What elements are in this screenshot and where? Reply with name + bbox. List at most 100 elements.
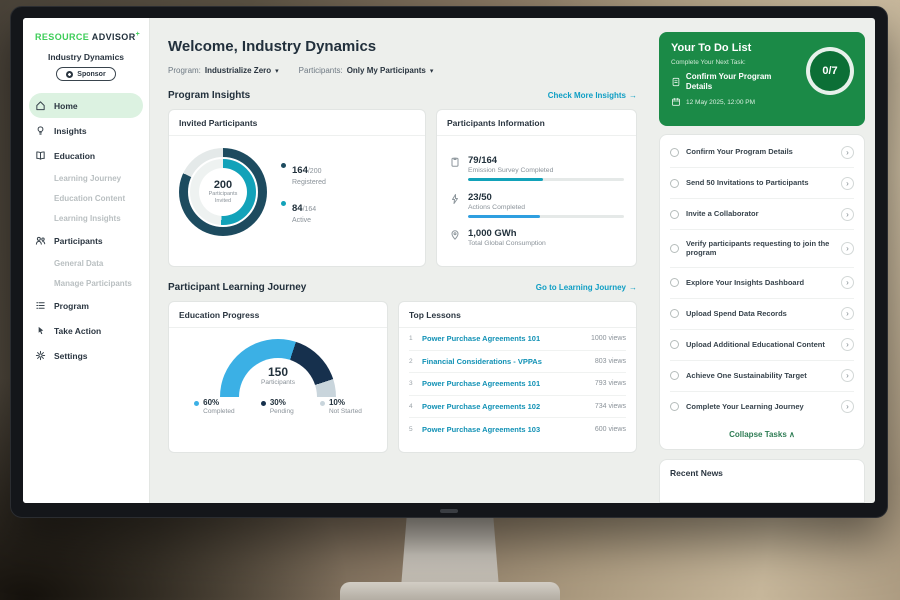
legend-item-pending: 30% Pending xyxy=(261,398,294,415)
task-checkbox[interactable] xyxy=(670,179,679,188)
link-label: Check More Insights xyxy=(548,91,626,100)
lesson-link[interactable]: Power Purchase Agreements 102 xyxy=(422,402,588,411)
task-checkbox[interactable] xyxy=(670,309,679,318)
lesson-link[interactable]: Power Purchase Agreements 103 xyxy=(422,425,588,434)
sidebar-item-home[interactable]: Home xyxy=(29,93,143,118)
task-checkbox[interactable] xyxy=(670,148,679,157)
sidebar-item-settings[interactable]: Settings xyxy=(23,343,149,368)
chevron-right-icon[interactable]: › xyxy=(841,338,854,351)
lesson-views: 600 views xyxy=(595,426,626,433)
sidebar-item-learning-journey[interactable]: Learning Journey xyxy=(23,168,149,188)
lesson-link[interactable]: Power Purchase Agreements 101 xyxy=(422,379,588,388)
invited-legend-dot xyxy=(281,201,286,206)
people-icon xyxy=(35,235,46,246)
program-filter-dropdown[interactable]: Program: Industrialize Zero ▾ xyxy=(168,66,279,75)
chevron-right-icon[interactable]: › xyxy=(841,146,854,159)
legend-item-not-started: 10% Not Started xyxy=(320,398,362,415)
lightning-icon xyxy=(449,193,461,205)
task-checkbox[interactable] xyxy=(670,371,679,380)
arrow-right-icon: → xyxy=(629,91,637,100)
chevron-right-icon[interactable]: › xyxy=(841,307,854,320)
chevron-right-icon[interactable]: › xyxy=(841,369,854,382)
sidebar-item-general-data[interactable]: General Data xyxy=(23,253,149,273)
todo-progress-value: 0/7 xyxy=(822,65,837,77)
task-row-confirm-program[interactable]: Confirm Your Program Details › xyxy=(670,137,854,168)
task-checkbox[interactable] xyxy=(670,244,679,253)
chevron-right-icon[interactable]: › xyxy=(841,177,854,190)
stat-value: 1,000 GWh xyxy=(468,228,546,239)
legend-value: 84 xyxy=(292,203,303,214)
learning-cards-row: Education Progress 150 Participants xyxy=(168,301,637,453)
sidebar: RESOURCE ADVISOR+ Industry Dynamics Spon… xyxy=(23,18,150,503)
participants-filter-value: Only My Participants xyxy=(347,66,426,75)
task-row-send-invitations[interactable]: Send 50 Invitations to Participants › xyxy=(670,168,854,199)
gauge-center: 150 Participants xyxy=(177,365,379,386)
sidebar-item-take-action[interactable]: Take Action xyxy=(23,318,149,343)
stat-value: 79/164 xyxy=(468,155,553,166)
gauge-value: 150 xyxy=(177,365,379,379)
sidebar-item-participants[interactable]: Participants xyxy=(23,228,149,253)
lesson-link[interactable]: Power Purchase Agreements 101 xyxy=(422,334,584,343)
chevron-right-icon[interactable]: › xyxy=(841,276,854,289)
sidebar-item-education-content[interactable]: Education Content xyxy=(23,188,149,208)
sidebar-subitem-label: Manage Participants xyxy=(54,279,132,288)
link-label: Go to Learning Journey xyxy=(536,283,626,292)
legend-total: /164 xyxy=(303,206,317,213)
program-filter-label: Program: xyxy=(168,66,201,75)
logo-plus: + xyxy=(136,31,141,38)
bulb-icon xyxy=(35,125,46,136)
task-row-upload-spend-data[interactable]: Upload Spend Data Records › xyxy=(670,299,854,330)
pointer-icon xyxy=(35,325,46,336)
go-to-learning-journey-link[interactable]: Go to Learning Journey → xyxy=(536,283,637,292)
task-label: Verify participants requesting to join t… xyxy=(686,239,834,259)
sidebar-item-learning-insights[interactable]: Learning Insights xyxy=(23,208,149,228)
task-label: Upload Spend Data Records xyxy=(686,309,834,319)
desk-background: RESOURCE ADVISOR+ Industry Dynamics Spon… xyxy=(0,0,900,600)
lesson-row: 5 Power Purchase Agreements 103 600 view… xyxy=(409,418,626,441)
task-checkbox[interactable] xyxy=(670,278,679,287)
task-label: Invite a Collaborator xyxy=(686,209,834,219)
task-checkbox[interactable] xyxy=(670,340,679,349)
program-insights-header: Program Insights Check More Insights → xyxy=(168,90,637,101)
task-row-explore-insights[interactable]: Explore Your Insights Dashboard › xyxy=(670,268,854,299)
stat-label: Total Global Consumption xyxy=(468,240,546,247)
org-name: Industry Dynamics xyxy=(23,52,149,62)
task-row-verify-participants[interactable]: Verify participants requesting to join t… xyxy=(670,230,854,268)
lesson-link[interactable]: Financial Considerations - VPPAs xyxy=(422,357,588,366)
task-row-upload-educational-content[interactable]: Upload Additional Educational Content › xyxy=(670,330,854,361)
monitor-bezel: RESOURCE ADVISOR+ Industry Dynamics Spon… xyxy=(10,6,888,518)
sidebar-item-manage-participants[interactable]: Manage Participants xyxy=(23,273,149,293)
collapse-tasks-link[interactable]: Collapse Tasks ∧ xyxy=(670,422,854,449)
lesson-row: 2 Financial Considerations - VPPAs 803 v… xyxy=(409,351,626,374)
logo-primary: RESOURCE xyxy=(35,32,89,42)
legend-pct: 10% xyxy=(329,398,362,407)
sidebar-item-education[interactable]: Education xyxy=(23,143,149,168)
stat-label: Emission Survey Completed xyxy=(468,167,553,174)
legend-label: Completed xyxy=(203,408,234,415)
todo-datetime: 12 May 2025, 12:00 PM xyxy=(686,99,755,106)
todo-summary-card: Your To Do List Complete Your Next Task:… xyxy=(659,32,865,126)
donut-center-value: 200 xyxy=(214,179,232,191)
calendar-icon xyxy=(671,97,681,107)
collapse-label: Collapse Tasks xyxy=(729,430,787,439)
chevron-right-icon[interactable]: › xyxy=(841,242,854,255)
chevron-right-icon[interactable]: › xyxy=(841,400,854,413)
task-checkbox[interactable] xyxy=(670,402,679,411)
chevron-right-icon[interactable]: › xyxy=(841,208,854,221)
task-label: Achieve One Sustainability Target xyxy=(686,371,834,381)
task-row-achieve-target[interactable]: Achieve One Sustainability Target › xyxy=(670,361,854,392)
task-label: Explore Your Insights Dashboard xyxy=(686,278,834,288)
task-row-invite-collaborator[interactable]: Invite a Collaborator › xyxy=(670,199,854,230)
task-row-complete-learning-journey[interactable]: Complete Your Learning Journey › xyxy=(670,392,854,422)
participants-filter-dropdown[interactable]: Participants: Only My Participants ▾ xyxy=(299,66,434,75)
task-checkbox[interactable] xyxy=(670,210,679,219)
lesson-views: 1000 views xyxy=(591,335,626,342)
check-more-insights-link[interactable]: Check More Insights → xyxy=(548,91,637,100)
card-title: Invited Participants xyxy=(169,110,425,136)
sidebar-item-program[interactable]: Program xyxy=(23,293,149,318)
lesson-views: 734 views xyxy=(595,403,626,410)
sidebar-item-insights[interactable]: Insights xyxy=(23,118,149,143)
invited-legend-dot xyxy=(281,163,286,168)
gauge-legend: 60% Completed 30% Pending xyxy=(177,398,379,415)
recent-news-title: Recent News xyxy=(670,468,854,478)
